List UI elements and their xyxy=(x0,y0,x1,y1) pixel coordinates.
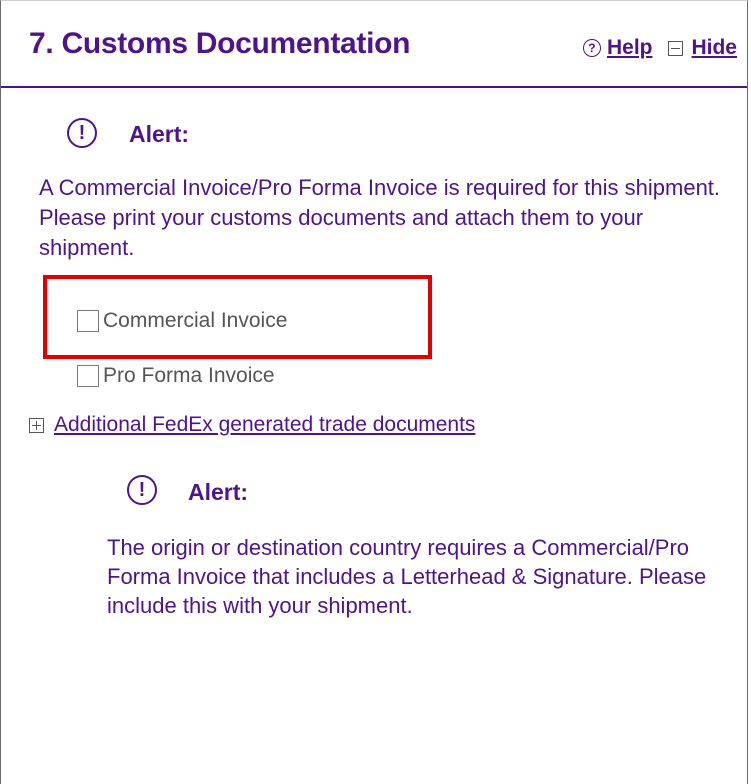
pro-forma-invoice-label: Pro Forma Invoice xyxy=(103,364,275,387)
alert-title-2: Alert: xyxy=(188,479,249,505)
alert-title: Alert: xyxy=(129,121,190,147)
header-links: ? Help Hide xyxy=(582,36,737,60)
help-link[interactable]: Help xyxy=(607,36,653,60)
customs-documentation-panel: 7. Customs Documentation ? Help Hide ! A… xyxy=(0,0,748,784)
alert-message-2: The origin or destination country requir… xyxy=(107,535,707,618)
alert-message: A Commercial Invoice/Pro Forma Invoice i… xyxy=(39,175,721,260)
collapse-icon[interactable] xyxy=(668,40,684,56)
section-title: 7. Customs Documentation xyxy=(29,27,411,60)
additional-docs-link[interactable]: Additional FedEx generated trade documen… xyxy=(54,413,475,437)
additional-docs-expander[interactable]: Additional FedEx generated trade documen… xyxy=(29,413,475,437)
section-header: 7. Customs Documentation ? Help Hide xyxy=(1,1,747,88)
pro-forma-invoice-option[interactable]: Pro Forma Invoice xyxy=(77,364,275,388)
alert-exclamation-icon-2: ! xyxy=(127,475,157,505)
alert-exclamation-icon: ! xyxy=(67,118,97,148)
hide-link[interactable]: Hide xyxy=(691,36,737,60)
help-icon[interactable]: ? xyxy=(582,39,601,57)
pro-forma-invoice-checkbox[interactable] xyxy=(77,365,99,387)
expand-plus-icon[interactable] xyxy=(29,417,44,433)
highlight-annotation xyxy=(43,275,432,359)
